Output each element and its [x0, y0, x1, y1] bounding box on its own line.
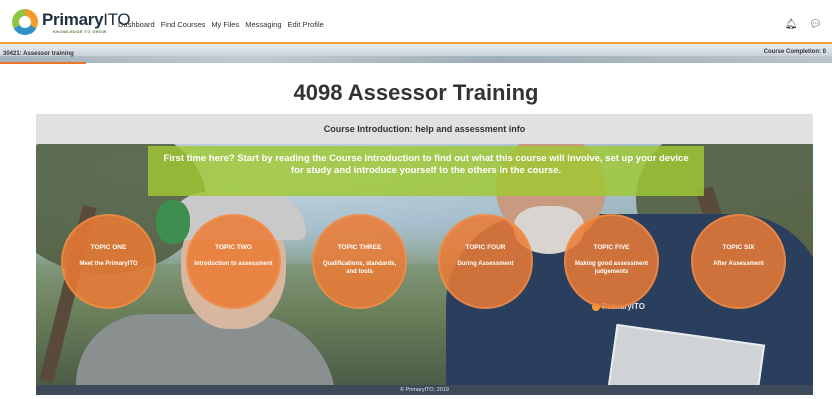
hero-image: PrimaryITO First time here? Start by rea… — [36, 144, 813, 385]
chat-icon[interactable]: 💬︎ — [809, 19, 822, 30]
header-icons: 🔔︎ 💬︎ — [785, 19, 822, 30]
breadcrumb[interactable]: 30421: Assessor training — [3, 51, 74, 57]
page-title: 4098 Assessor Training — [0, 80, 832, 106]
main-menu: Dashboard Find Courses My Files Messagin… — [118, 20, 324, 29]
topic-name: During Assessment — [457, 261, 514, 267]
course-introduction-link[interactable]: Course Introduction: help and assessment… — [36, 114, 813, 144]
topic-name: After Assessment — [713, 261, 764, 267]
course-banner: 30421: Assessor training Course Completi… — [0, 42, 832, 64]
topic-name: Qualifications, standards, and tools — [322, 261, 397, 275]
topic-name: Introduction to assessment — [194, 261, 273, 267]
topic-circles: TOPIC ONE Meet the PrimaryITO TOPIC TWO … — [36, 214, 813, 314]
nav-dashboard[interactable]: Dashboard — [118, 20, 155, 29]
top-navigation: PrimaryITO KNOWLEDGE TO GROW Dashboard F… — [0, 0, 832, 42]
topic-six-button[interactable]: TOPIC SIX After Assessment — [691, 214, 786, 309]
topic-number: TOPIC ONE — [90, 244, 127, 251]
brand-tagline: KNOWLEDGE TO GROW — [53, 29, 107, 34]
welcome-message: First time here? Start by reading the Co… — [148, 146, 704, 196]
topic-number: TOPIC FIVE — [593, 244, 630, 251]
topic-four-button[interactable]: TOPIC FOUR During Assessment — [438, 214, 533, 309]
nav-edit-profile[interactable]: Edit Profile — [288, 20, 324, 29]
topic-one-button[interactable]: TOPIC ONE Meet the PrimaryITO — [61, 214, 156, 309]
nav-find-courses[interactable]: Find Courses — [161, 20, 206, 29]
course-completion: Course Completion: 0 — [763, 49, 826, 55]
topic-name: Meet the PrimaryITO — [79, 261, 138, 267]
brand-name-bold: Primary — [42, 10, 104, 29]
topic-three-button[interactable]: TOPIC THREE Qualifications, standards, a… — [312, 214, 407, 309]
topic-number: TOPIC SIX — [722, 244, 755, 251]
page-footer: © PrimaryITO, 2019 — [36, 385, 813, 395]
course-number: 4098 — [293, 80, 343, 105]
breadcrumb-underline — [0, 62, 86, 64]
nav-messaging[interactable]: Messaging — [245, 20, 281, 29]
topic-five-button[interactable]: TOPIC FIVE Making good assessment judgem… — [564, 214, 659, 309]
course-title: Assessor Training — [347, 80, 539, 105]
hero-person-left — [76, 314, 336, 385]
topic-number: TOPIC FOUR — [465, 244, 506, 251]
primaryito-logo-icon[interactable] — [12, 9, 38, 35]
nav-my-files[interactable]: My Files — [211, 20, 239, 29]
bell-icon[interactable]: 🔔︎ — [785, 19, 798, 30]
topic-number: TOPIC TWO — [215, 244, 252, 251]
topic-number: TOPIC THREE — [337, 244, 382, 251]
topic-name: Making good assessment judgements — [574, 261, 649, 275]
topic-two-button[interactable]: TOPIC TWO Introduction to assessment — [186, 214, 281, 309]
